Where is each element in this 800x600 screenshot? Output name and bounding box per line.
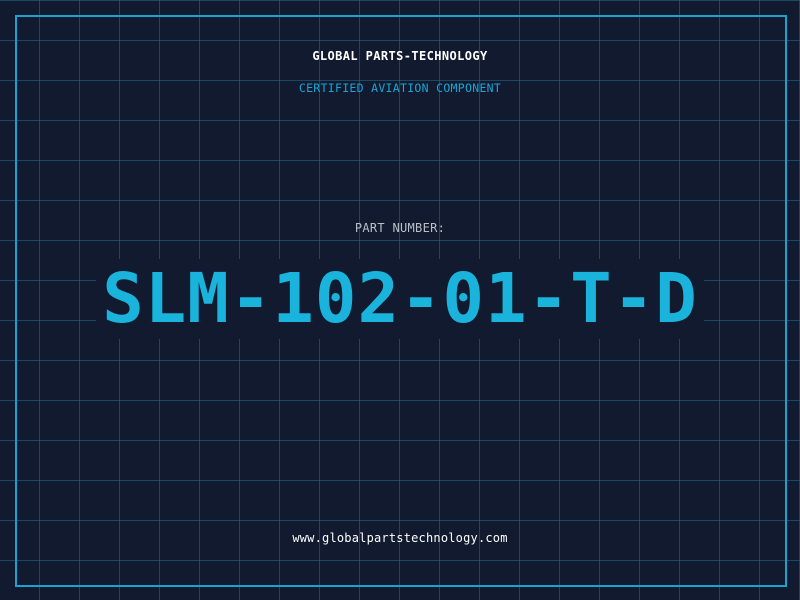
part-number-display: SLM-102-01-T-D <box>0 259 800 339</box>
part-number-value: SLM-102-01-T-D <box>96 259 704 339</box>
tagline: CERTIFIED AVIATION COMPONENT <box>298 81 502 95</box>
website-url: www.globalpartstechnology.com <box>292 531 508 545</box>
part-number-label: PART NUMBER: <box>354 221 446 235</box>
company-name: GLOBAL PARTS-TECHNOLOGY <box>312 49 488 63</box>
